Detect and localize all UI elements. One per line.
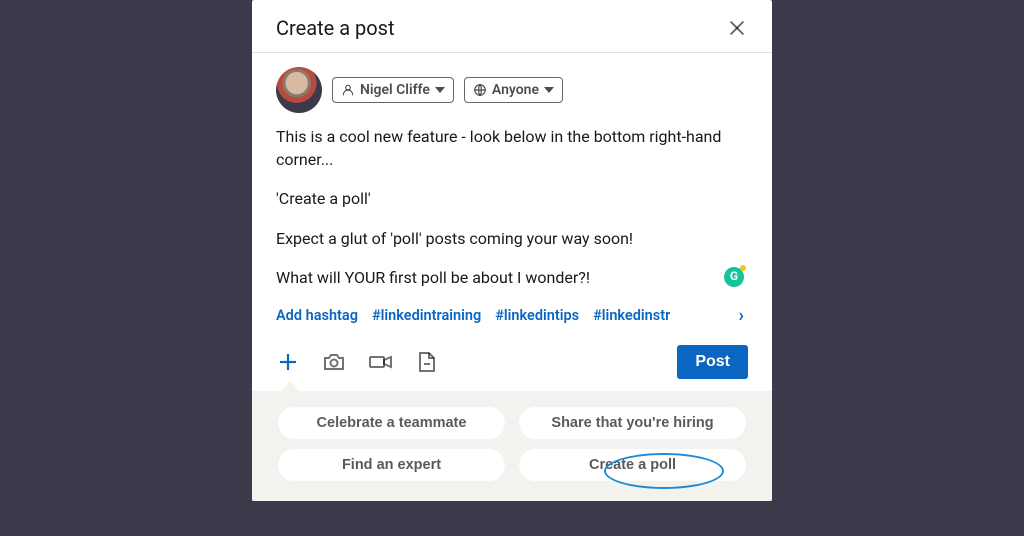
globe-icon xyxy=(473,83,487,97)
expand-panel: Celebrate a teammate Share that you're h… xyxy=(252,391,772,501)
hashtag[interactable]: #linkedintips xyxy=(495,307,579,324)
author-selector[interactable]: Nigel Cliffe xyxy=(332,77,454,103)
video-icon[interactable] xyxy=(368,350,394,374)
hashtag[interactable]: #linkedintraining xyxy=(372,307,481,324)
post-button[interactable]: Post xyxy=(677,345,748,379)
modal-title: Create a post xyxy=(276,16,395,40)
camera-icon[interactable] xyxy=(322,350,346,374)
plus-icon[interactable] xyxy=(276,350,300,374)
document-icon[interactable] xyxy=(416,350,438,374)
celebrate-teammate-button[interactable]: Celebrate a teammate xyxy=(278,407,505,439)
close-icon[interactable] xyxy=(726,17,748,39)
post-line: This is a cool new feature - look below … xyxy=(276,125,748,171)
post-line: 'Create a poll' xyxy=(276,187,748,210)
post-textarea[interactable]: This is a cool new feature - look below … xyxy=(252,119,772,289)
panel-caret-icon xyxy=(280,382,300,392)
find-expert-button[interactable]: Find an expert xyxy=(278,449,505,481)
author-name: Nigel Cliffe xyxy=(360,82,430,98)
avatar[interactable] xyxy=(276,67,322,113)
author-row: Nigel Cliffe Anyone xyxy=(252,53,772,119)
visibility-label: Anyone xyxy=(492,82,539,98)
modal-header: Create a post xyxy=(252,0,772,53)
grammarly-icon[interactable]: G xyxy=(724,267,744,287)
chevron-down-icon xyxy=(544,85,554,95)
person-icon xyxy=(341,83,355,97)
hashtag[interactable]: #linkedinstr xyxy=(593,307,670,324)
hashtag-suggestions: #linkedintraining #linkedintips #linkedi… xyxy=(372,307,670,324)
share-hiring-button[interactable]: Share that you're hiring xyxy=(519,407,746,439)
action-bar: Post xyxy=(252,335,772,391)
post-line: Expect a glut of 'poll' posts coming you… xyxy=(276,227,748,250)
chevron-down-icon xyxy=(435,85,445,95)
visibility-selector[interactable]: Anyone xyxy=(464,77,563,103)
hashtag-row: Add hashtag #linkedintraining #linkedint… xyxy=(252,305,772,335)
chip-grid: Celebrate a teammate Share that you're h… xyxy=(278,407,746,481)
create-post-modal: Create a post Nigel Cliffe Anyone This i… xyxy=(252,0,772,501)
create-poll-button[interactable]: Create a poll xyxy=(519,449,746,481)
post-line: What will YOUR first poll be about I won… xyxy=(276,266,748,289)
chevron-right-icon[interactable]: › xyxy=(739,307,748,325)
add-hashtag-button[interactable]: Add hashtag xyxy=(276,307,358,324)
